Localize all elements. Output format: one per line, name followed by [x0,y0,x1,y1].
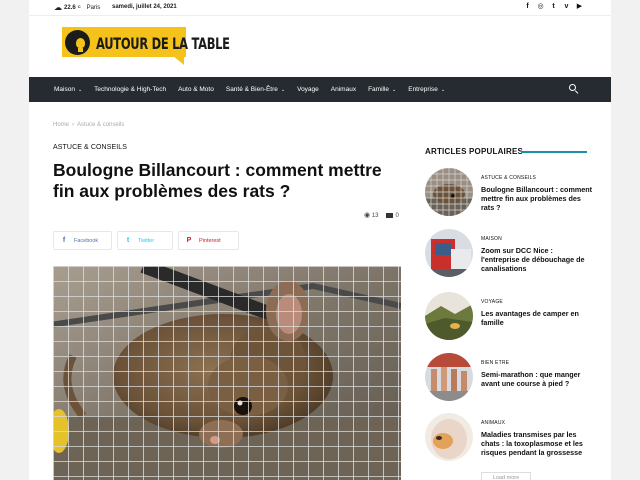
nav-item-entreprise[interactable]: Entreprise ⌄ [408,86,445,93]
article-thumbnail[interactable] [425,353,473,401]
youtube-icon[interactable]: ▶ [576,3,583,11]
article-link[interactable]: Boulogne Billancourt : comment mettre fi… [481,185,593,212]
page: ☁ 22.6 C Paris samedi, juillet 24, 2021 … [29,0,611,480]
social-links: f ◎ t v ▶ [524,3,583,11]
weather-widget: ☁ 22.6 C Paris [54,4,100,12]
nav-item-animaux[interactable]: Animaux [331,86,356,93]
comments-count[interactable]: 0 [386,212,399,219]
article-meta: ◉ 13 0 [364,211,399,219]
weather-city: Paris [86,5,101,11]
nav-item-auto-moto[interactable]: Auto & Moto [178,86,214,93]
article-category[interactable]: BIEN ETRE [481,360,509,366]
list-item[interactable]: BIEN ETRE Semi-marathon : que manger ava… [425,353,595,408]
nav-item-maison[interactable]: Maison ⌄ [54,86,82,93]
nav-item-voyage[interactable]: Voyage [297,86,319,93]
twitter-icon: t [126,237,130,244]
sidebar-title: ARTICLES POPULAIRES [425,147,524,156]
article-thumbnail[interactable] [425,229,473,277]
article-link[interactable]: Zoom sur DCC Nice : l'entreprise de débo… [481,246,593,273]
search-icon[interactable] [569,84,579,95]
chevron-down-icon: ⌄ [440,86,446,93]
article-thumbnail[interactable] [425,413,473,461]
article-category[interactable]: ASTUCE & CONSEILS [481,175,536,181]
share-twitter-button[interactable]: t Twitter [117,231,173,250]
chevron-down-icon: ⌄ [392,86,397,93]
logo-text: AUTOUR DE LA TABLE [96,34,230,53]
article-title: Boulogne Billancourt : comment mettre fi… [53,160,382,201]
article-category[interactable]: MAISON [481,236,502,242]
share-facebook-button[interactable]: f Facebook [53,231,112,250]
pinterest-icon: P [186,237,192,244]
lightbulb-icon [65,30,90,55]
views-count: ◉ 13 [364,212,379,219]
breadcrumb-home[interactable]: Home [53,122,69,128]
nav-item-technologie[interactable]: Technologie & High-Tech [94,86,166,93]
breadcrumb: Home › Astuce & conseils [53,122,124,128]
nav-item-sante[interactable]: Santé & Bien-Être ⌄ [226,86,285,93]
article-category[interactable]: ASTUCE & CONSEILS [53,144,127,151]
chevron-down-icon: ⌄ [280,86,286,93]
instagram-icon[interactable]: ◎ [537,3,544,11]
top-bar: ☁ 22.6 C Paris samedi, juillet 24, 2021 … [29,0,611,16]
list-item[interactable]: MAISON Zoom sur DCC Nice : l'entreprise … [425,229,595,284]
facebook-icon[interactable]: f [524,3,531,11]
article-link[interactable]: Semi-marathon : que manger avant une cou… [481,370,593,388]
chevron-down-icon: ⌄ [77,86,83,93]
temperature: 22.6 [64,5,76,11]
list-item[interactable]: VOYAGE Les avantages de camper en famill… [425,292,595,347]
list-item[interactable]: ANIMAUX Maladies transmises par les chat… [425,413,595,468]
sidebar-title-underline [521,151,587,153]
temperature-unit: C [77,3,81,9]
article-link[interactable]: Les avantages de camper en famille [481,309,593,327]
eye-icon: ◉ [364,212,371,219]
article-thumbnail[interactable] [425,292,473,340]
share-pinterest-button[interactable]: P Pinterest [178,231,239,250]
article-category[interactable]: ANIMAUX [481,420,505,426]
article-hero-image [53,266,401,480]
nav-item-famille[interactable]: Famille ⌄ [368,86,396,93]
article-link[interactable]: Maladies transmises par les chats : la t… [481,430,593,457]
comment-icon [386,212,394,218]
twitter-icon[interactable]: t [550,3,557,11]
article-category[interactable]: VOYAGE [481,299,503,305]
article-thumbnail[interactable] [425,168,473,216]
facebook-icon: f [62,237,66,244]
cloud-sun-icon: ☁ [54,3,62,12]
current-date: samedi, juillet 24, 2021 [112,4,177,10]
breadcrumb-separator: › [72,122,75,128]
breadcrumb-current[interactable]: Astuce & conseils [77,122,124,128]
load-more-button[interactable]: Load more [481,472,531,480]
share-buttons: f Facebook t Twitter P Pinterest [53,231,239,250]
site-logo[interactable]: AUTOUR DE LA TABLE [62,27,230,65]
main-nav: Maison ⌄ Technologie & High-Tech Auto & M… [29,77,611,102]
vimeo-icon[interactable]: v [563,3,570,11]
list-item[interactable]: ASTUCE & CONSEILS Boulogne Billancourt :… [425,168,595,223]
